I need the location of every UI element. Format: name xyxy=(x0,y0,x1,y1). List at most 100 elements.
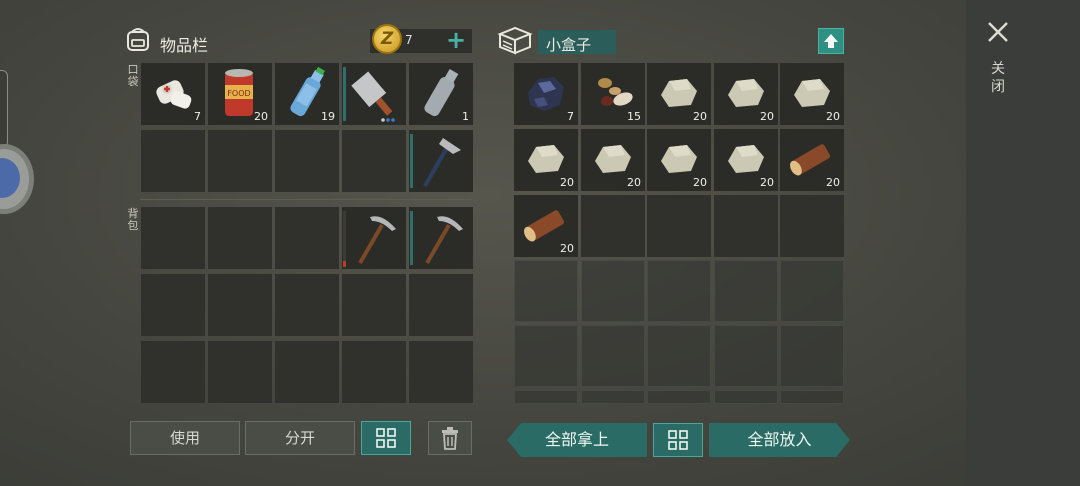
backpack-slot-6[interactable] xyxy=(141,274,205,336)
arrow-up-icon xyxy=(824,34,838,48)
backpack-slot-11[interactable] xyxy=(141,341,205,403)
item-count: 20 xyxy=(254,110,268,123)
sort-inventory-button[interactable] xyxy=(361,421,411,455)
locked-slot xyxy=(714,390,778,404)
box-slot-8[interactable]: 20 xyxy=(647,129,711,191)
split-button[interactable]: 分开 xyxy=(245,421,355,455)
grid-sort-icon xyxy=(376,428,396,448)
put-all-button[interactable]: 全部放入 xyxy=(709,423,850,457)
locked-slot xyxy=(647,260,711,322)
locked-slot xyxy=(647,390,711,404)
box-icon xyxy=(497,26,533,55)
locked-slot xyxy=(647,325,711,387)
discard-button[interactable] xyxy=(428,421,472,455)
backpack-label: 背包 xyxy=(127,207,139,232)
pocket-label: 口袋 xyxy=(127,63,139,88)
backpack-slot-12[interactable] xyxy=(208,341,272,403)
backpack-slot-15[interactable] xyxy=(409,341,473,403)
pocket-slot-1[interactable]: 7 xyxy=(141,63,205,125)
locked-slot xyxy=(714,325,778,387)
item-count: 20 xyxy=(826,176,840,189)
backpack-slot-7[interactable] xyxy=(208,274,272,336)
locked-slot xyxy=(780,390,844,404)
box-slot-10[interactable]: 20 xyxy=(780,129,844,191)
item-count: 1 xyxy=(462,110,469,123)
box-slot-12[interactable] xyxy=(581,195,645,257)
pocket-slot-10[interactable] xyxy=(409,130,473,192)
locked-slot xyxy=(514,325,578,387)
pocket-slot-6[interactable] xyxy=(141,130,205,192)
item-count: 20 xyxy=(760,110,774,123)
item-count: 20 xyxy=(693,110,707,123)
trash-icon xyxy=(442,427,458,450)
side-tab-handle[interactable] xyxy=(0,70,8,148)
item-count: 15 xyxy=(627,110,641,123)
backpack-slot-1[interactable] xyxy=(141,207,205,269)
container-name: 小盒子 xyxy=(546,36,592,54)
backpack-slot-9[interactable] xyxy=(342,274,406,336)
box-slot-4[interactable]: 20 xyxy=(714,63,778,125)
coin-count: 7 xyxy=(405,33,413,47)
box-slot-2[interactable]: 15 xyxy=(581,63,645,125)
cleaver-icon xyxy=(351,71,395,122)
box-slot-14[interactable] xyxy=(714,195,778,257)
locked-slot xyxy=(780,325,844,387)
pocket-slot-8[interactable] xyxy=(275,130,339,192)
close-label[interactable]: 关闭 xyxy=(988,60,1008,96)
box-slot-3[interactable]: 20 xyxy=(647,63,711,125)
item-count: 20 xyxy=(560,242,574,255)
take-all-label: 全部拿上 xyxy=(544,430,609,449)
item-count: 19 xyxy=(321,110,335,123)
upload-button[interactable] xyxy=(818,28,844,54)
close-panel xyxy=(966,0,1080,486)
pocket-slot-4[interactable] xyxy=(342,63,406,125)
take-all-button[interactable]: 全部拿上 xyxy=(507,423,647,457)
svg-text:FOOD: FOOD xyxy=(227,89,250,98)
backpack-slot-8[interactable] xyxy=(275,274,339,336)
hatchet-icon xyxy=(423,138,461,187)
put-all-label: 全部放入 xyxy=(747,430,812,449)
coin-glyph: Z xyxy=(381,29,394,49)
locked-slot xyxy=(581,325,645,387)
box-slot-11[interactable]: 20 xyxy=(514,195,578,257)
pocket-slot-5[interactable]: 1 xyxy=(409,63,473,125)
close-icon[interactable] xyxy=(984,18,1012,46)
locked-slot xyxy=(514,260,578,322)
pocket-slot-3[interactable]: 19 xyxy=(275,63,339,125)
add-coins-button[interactable]: + xyxy=(446,27,466,53)
box-slot-5[interactable]: 20 xyxy=(780,63,844,125)
backpack-slot-13[interactable] xyxy=(275,341,339,403)
item-count: 20 xyxy=(560,176,574,189)
item-count: 7 xyxy=(567,110,574,123)
box-slot-6[interactable]: 20 xyxy=(514,129,578,191)
backpack-slot-3[interactable] xyxy=(275,207,339,269)
sort-container-button[interactable] xyxy=(653,423,703,457)
item-count: 20 xyxy=(627,176,641,189)
grid-sort-icon xyxy=(668,430,688,450)
box-slot-1[interactable]: 7 xyxy=(514,63,578,125)
backpack-slot-2[interactable] xyxy=(208,207,272,269)
backpack-slot-14[interactable] xyxy=(342,341,406,403)
backpack-slot-10[interactable] xyxy=(409,274,473,336)
pocket-slot-9[interactable] xyxy=(342,130,406,192)
use-button[interactable]: 使用 xyxy=(130,421,240,455)
item-count: 20 xyxy=(826,110,840,123)
backpack-slot-5[interactable] xyxy=(409,207,473,269)
locked-slot xyxy=(780,260,844,322)
locked-slot xyxy=(581,260,645,322)
pickaxe-icon xyxy=(425,216,463,265)
item-count: 20 xyxy=(693,176,707,189)
inventory-title: 物品栏 xyxy=(160,36,209,55)
item-count: 7 xyxy=(194,110,201,123)
box-slot-7[interactable]: 20 xyxy=(581,129,645,191)
box-slot-9[interactable]: 20 xyxy=(714,129,778,191)
pocket-slot-7[interactable] xyxy=(208,130,272,192)
backpack-icon xyxy=(127,28,149,51)
pocket-slot-2[interactable]: FOOD 20 xyxy=(208,63,272,125)
box-slot-15[interactable] xyxy=(780,195,844,257)
box-slot-13[interactable] xyxy=(647,195,711,257)
locked-slot xyxy=(581,390,645,404)
backpack-slot-4[interactable] xyxy=(342,207,406,269)
section-divider xyxy=(140,199,472,200)
item-count: 20 xyxy=(760,176,774,189)
